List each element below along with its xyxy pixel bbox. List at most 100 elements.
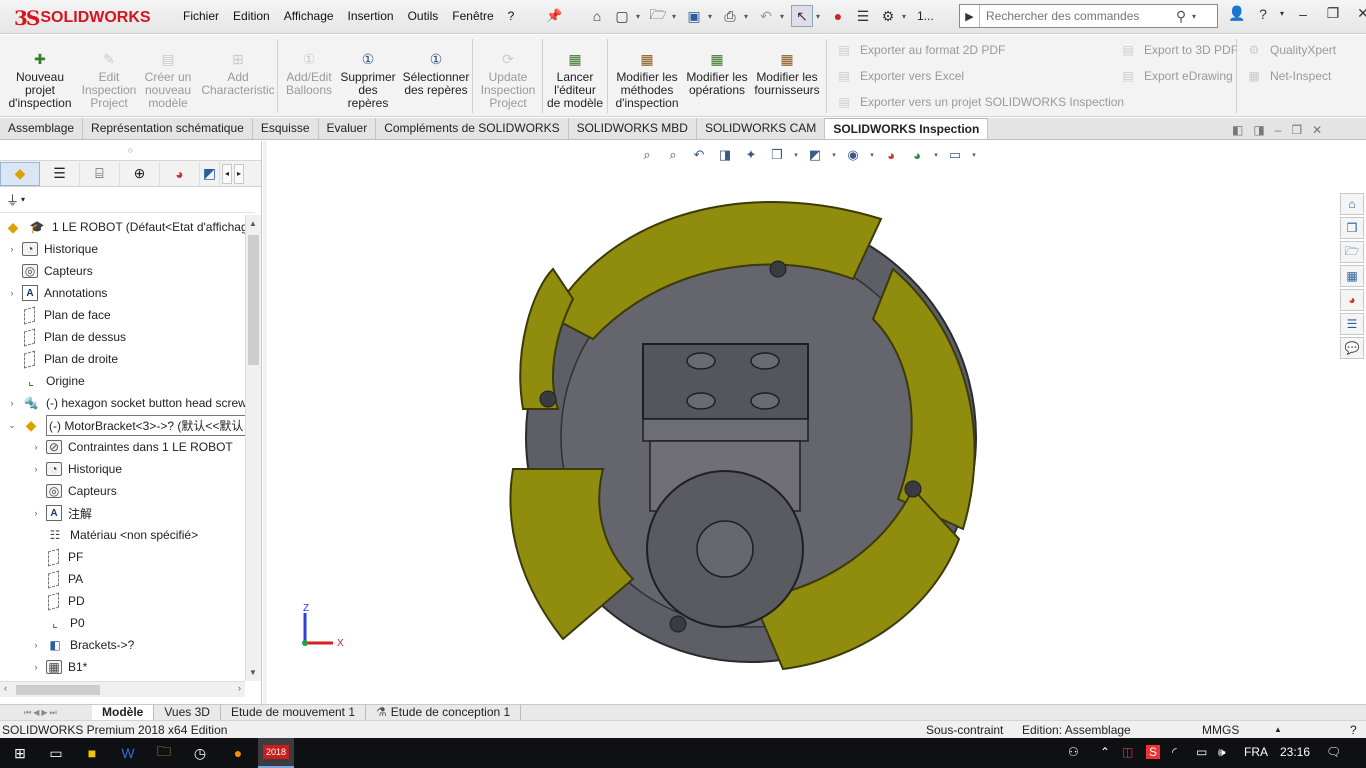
chevron-down-icon[interactable]: ▾: [831, 145, 837, 165]
edit-inspection-project-button[interactable]: ✎ Edit Inspection Project: [78, 49, 140, 110]
close-button[interactable]: ✕: [1350, 5, 1366, 22]
tab-navigation[interactable]: ⏮ ◀ ▶ ⏭: [0, 708, 92, 718]
displaymanager-tab-icon[interactable]: ◕: [160, 161, 200, 186]
expand-arrow-icon[interactable]: ›: [32, 442, 40, 452]
menu-outils[interactable]: Outils: [401, 9, 446, 23]
scroll-up-arrow[interactable]: ▲: [249, 219, 257, 228]
doc-restore-button[interactable]: ❐: [1291, 123, 1302, 137]
select-balloons-button[interactable]: ① Sélectionner des repères: [402, 49, 470, 97]
expand-arrow-icon[interactable]: ›: [8, 244, 16, 254]
edit-operations-button[interactable]: ▦ Modifier les opérations: [686, 49, 748, 97]
qualityxpert-button[interactable]: ⚙ QualityXpert: [1246, 42, 1336, 58]
export-edrawing-button[interactable]: ▤ Export eDrawing: [1120, 68, 1232, 84]
menu-affichage[interactable]: Affichage: [277, 9, 341, 23]
view-palette-icon[interactable]: ▦: [1340, 265, 1364, 287]
first-tab-arrow[interactable]: ⏮: [24, 708, 31, 718]
command-search[interactable]: ▶ ⚲ ▾: [959, 4, 1218, 28]
scroll-thumb[interactable]: [248, 235, 259, 365]
tab-complements[interactable]: Compléments de SOLIDWORKS: [376, 118, 569, 139]
tray-chevron-icon[interactable]: ⌃: [1100, 745, 1110, 759]
graphics-area[interactable]: ⌕ ⌕ ↶ ◨ ✦ ❒ ▾ ◩ ▾ ◉ ▾ ◕ ◕ ▾ ▭ ▾ ⌂ ❒ 🗁 ▦ …: [267, 141, 1366, 703]
solidworks-logo[interactable]: 3S SOLIDWORKS: [14, 6, 151, 30]
tab-cam[interactable]: SOLIDWORKS CAM: [697, 118, 826, 139]
appearances-icon[interactable]: ◕: [1340, 289, 1364, 311]
zoom-to-area-icon[interactable]: ⌕: [663, 145, 683, 165]
chevron-down-icon[interactable]: ▾: [1192, 12, 1196, 21]
export-2d-pdf-button[interactable]: ▤ Exporter au format 2D PDF: [836, 42, 1005, 58]
minimize-button[interactable]: –: [1290, 6, 1316, 22]
view-orientation-icon[interactable]: ❒: [767, 145, 787, 165]
launch-template-editor-button[interactable]: ▦ Lancer l'éditeur de modèle: [546, 49, 604, 110]
tray-app-icon[interactable]: ◫: [1122, 745, 1133, 759]
home-icon[interactable]: ⌂: [586, 5, 608, 27]
tile-left-icon[interactable]: ◧: [1232, 123, 1243, 137]
tree-item-origine[interactable]: ⌞ Origine: [0, 370, 85, 392]
tree-filter[interactable]: ⏚ ▾: [0, 187, 255, 213]
save-icon[interactable]: ▣: [683, 5, 705, 27]
cam-tab-icon[interactable]: ◩: [200, 161, 220, 186]
open-icon[interactable]: 🗁: [647, 5, 669, 27]
export-3d-pdf-button[interactable]: ▤ Export to 3D PDF: [1120, 42, 1238, 58]
update-inspection-project-button[interactable]: ⟳ Update Inspection Project: [476, 49, 540, 110]
tree-item-b1[interactable]: › ▦ B1*: [0, 656, 87, 678]
export-inspection-project-button[interactable]: ▤ Exporter vers un projet SOLIDWORKS Insp…: [836, 94, 1124, 110]
last-tab-arrow[interactable]: ⏭: [50, 708, 57, 718]
doc-close-button[interactable]: ✕: [1312, 123, 1322, 137]
display-style-icon[interactable]: ◩: [805, 145, 825, 165]
pin-icon[interactable]: 📌: [546, 8, 562, 24]
view-settings-icon[interactable]: ▭: [945, 145, 965, 165]
tree-root-assembly[interactable]: ◆ 🎓 1 LE ROBOT (Défaut<Etat d'affichage: [0, 216, 245, 238]
tree-horizontal-scrollbar[interactable]: ‹ ›: [0, 681, 245, 697]
tree-item-pa[interactable]: PA: [0, 568, 83, 590]
tab-representation-schematique[interactable]: Représentation schématique: [83, 118, 253, 139]
new-icon[interactable]: ▢: [611, 5, 633, 27]
add-characteristic-button[interactable]: ⊞ Add Characteristic: [201, 49, 274, 97]
tab-etude-mouvement[interactable]: Etude de mouvement 1: [221, 705, 367, 720]
chevron-down-icon[interactable]: ▾: [21, 195, 25, 204]
people-icon[interactable]: ⚇: [1068, 745, 1079, 759]
solidworks-taskbar-icon[interactable]: 2018: [258, 738, 294, 768]
propertymanager-tab-icon[interactable]: ☰: [40, 161, 80, 186]
chevron-down-icon[interactable]: ▾: [780, 12, 788, 21]
collapse-arrow-icon[interactable]: ⌄: [8, 420, 16, 431]
new-inspection-project-button[interactable]: ✚ Nouveau projet d'inspection: [6, 49, 74, 110]
tree-item-capteurs[interactable]: ◎ Capteurs: [0, 260, 93, 282]
add-edit-balloons-button[interactable]: ① Add/Edit Balloons: [282, 49, 336, 97]
search-icon[interactable]: ⚲: [1170, 8, 1192, 25]
chevron-down-icon[interactable]: ▾: [869, 145, 875, 165]
tile-right-icon[interactable]: ◨: [1253, 123, 1264, 137]
design-library-icon[interactable]: ❒: [1340, 217, 1364, 239]
doc-minimize-button[interactable]: –: [1275, 123, 1282, 137]
tree-item-pf[interactable]: PF: [0, 546, 83, 568]
volume-icon[interactable]: 🕪: [1218, 745, 1226, 760]
expand-arrow-icon[interactable]: ›: [32, 464, 40, 474]
notifications-icon[interactable]: 🗨: [1326, 745, 1341, 759]
word-icon[interactable]: W: [110, 738, 146, 768]
tree-item-pd[interactable]: PD: [0, 590, 85, 612]
print-icon[interactable]: ⎙: [719, 5, 741, 27]
tab-mbd[interactable]: SOLIDWORKS MBD: [569, 118, 697, 139]
tree-item-screw[interactable]: › 🔩 (-) hexagon socket button head screw: [0, 392, 246, 414]
task-view-icon[interactable]: ▭: [38, 738, 74, 768]
help-icon[interactable]: ?: [1252, 6, 1274, 22]
zoom-to-fit-icon[interactable]: ⌕: [637, 145, 657, 165]
app-icon[interactable]: ◷: [182, 738, 218, 768]
scroll-right-arrow[interactable]: ▸: [234, 163, 244, 184]
menu-insertion[interactable]: Insertion: [341, 9, 401, 23]
chevron-up-icon[interactable]: ▲: [1274, 725, 1282, 734]
scroll-down-arrow[interactable]: ▼: [249, 668, 257, 677]
tray-s-icon[interactable]: S: [1146, 745, 1161, 759]
language-indicator[interactable]: FRA: [1244, 745, 1268, 759]
chevron-down-icon[interactable]: ▾: [793, 145, 799, 165]
edit-inspection-methods-button[interactable]: ▦ Modifier les méthodes d'inspection: [612, 49, 682, 110]
file-explorer-icon[interactable]: 🗀: [146, 738, 182, 768]
file-properties-icon[interactable]: ☰: [852, 5, 874, 27]
previous-view-icon[interactable]: ↶: [689, 145, 709, 165]
options-icon[interactable]: ⚙: [877, 5, 899, 27]
export-excel-button[interactable]: ▤ Exporter vers Excel: [836, 68, 964, 84]
tree-item-annotations[interactable]: › A Annotations: [0, 282, 107, 304]
chevron-down-icon[interactable]: ▾: [816, 12, 824, 21]
restore-button[interactable]: ❐: [1320, 5, 1346, 22]
tree-item-historique-sub[interactable]: › ◔ Historique: [0, 458, 122, 480]
tab-etude-conception[interactable]: ⚗ Etude de conception 1: [366, 705, 522, 720]
